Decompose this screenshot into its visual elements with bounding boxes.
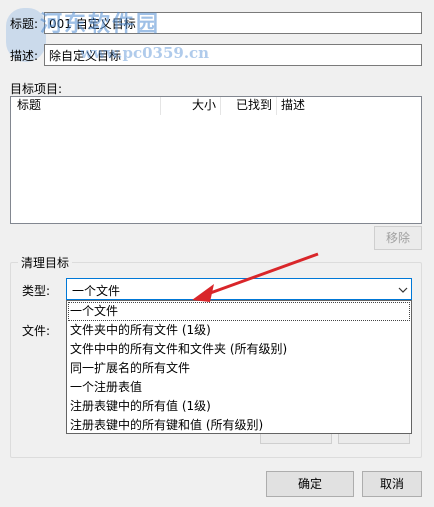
annotation-arrow-icon	[192, 252, 319, 302]
cancel-button[interactable]: 取消	[362, 471, 422, 497]
ok-button[interactable]: 确定	[266, 471, 354, 497]
